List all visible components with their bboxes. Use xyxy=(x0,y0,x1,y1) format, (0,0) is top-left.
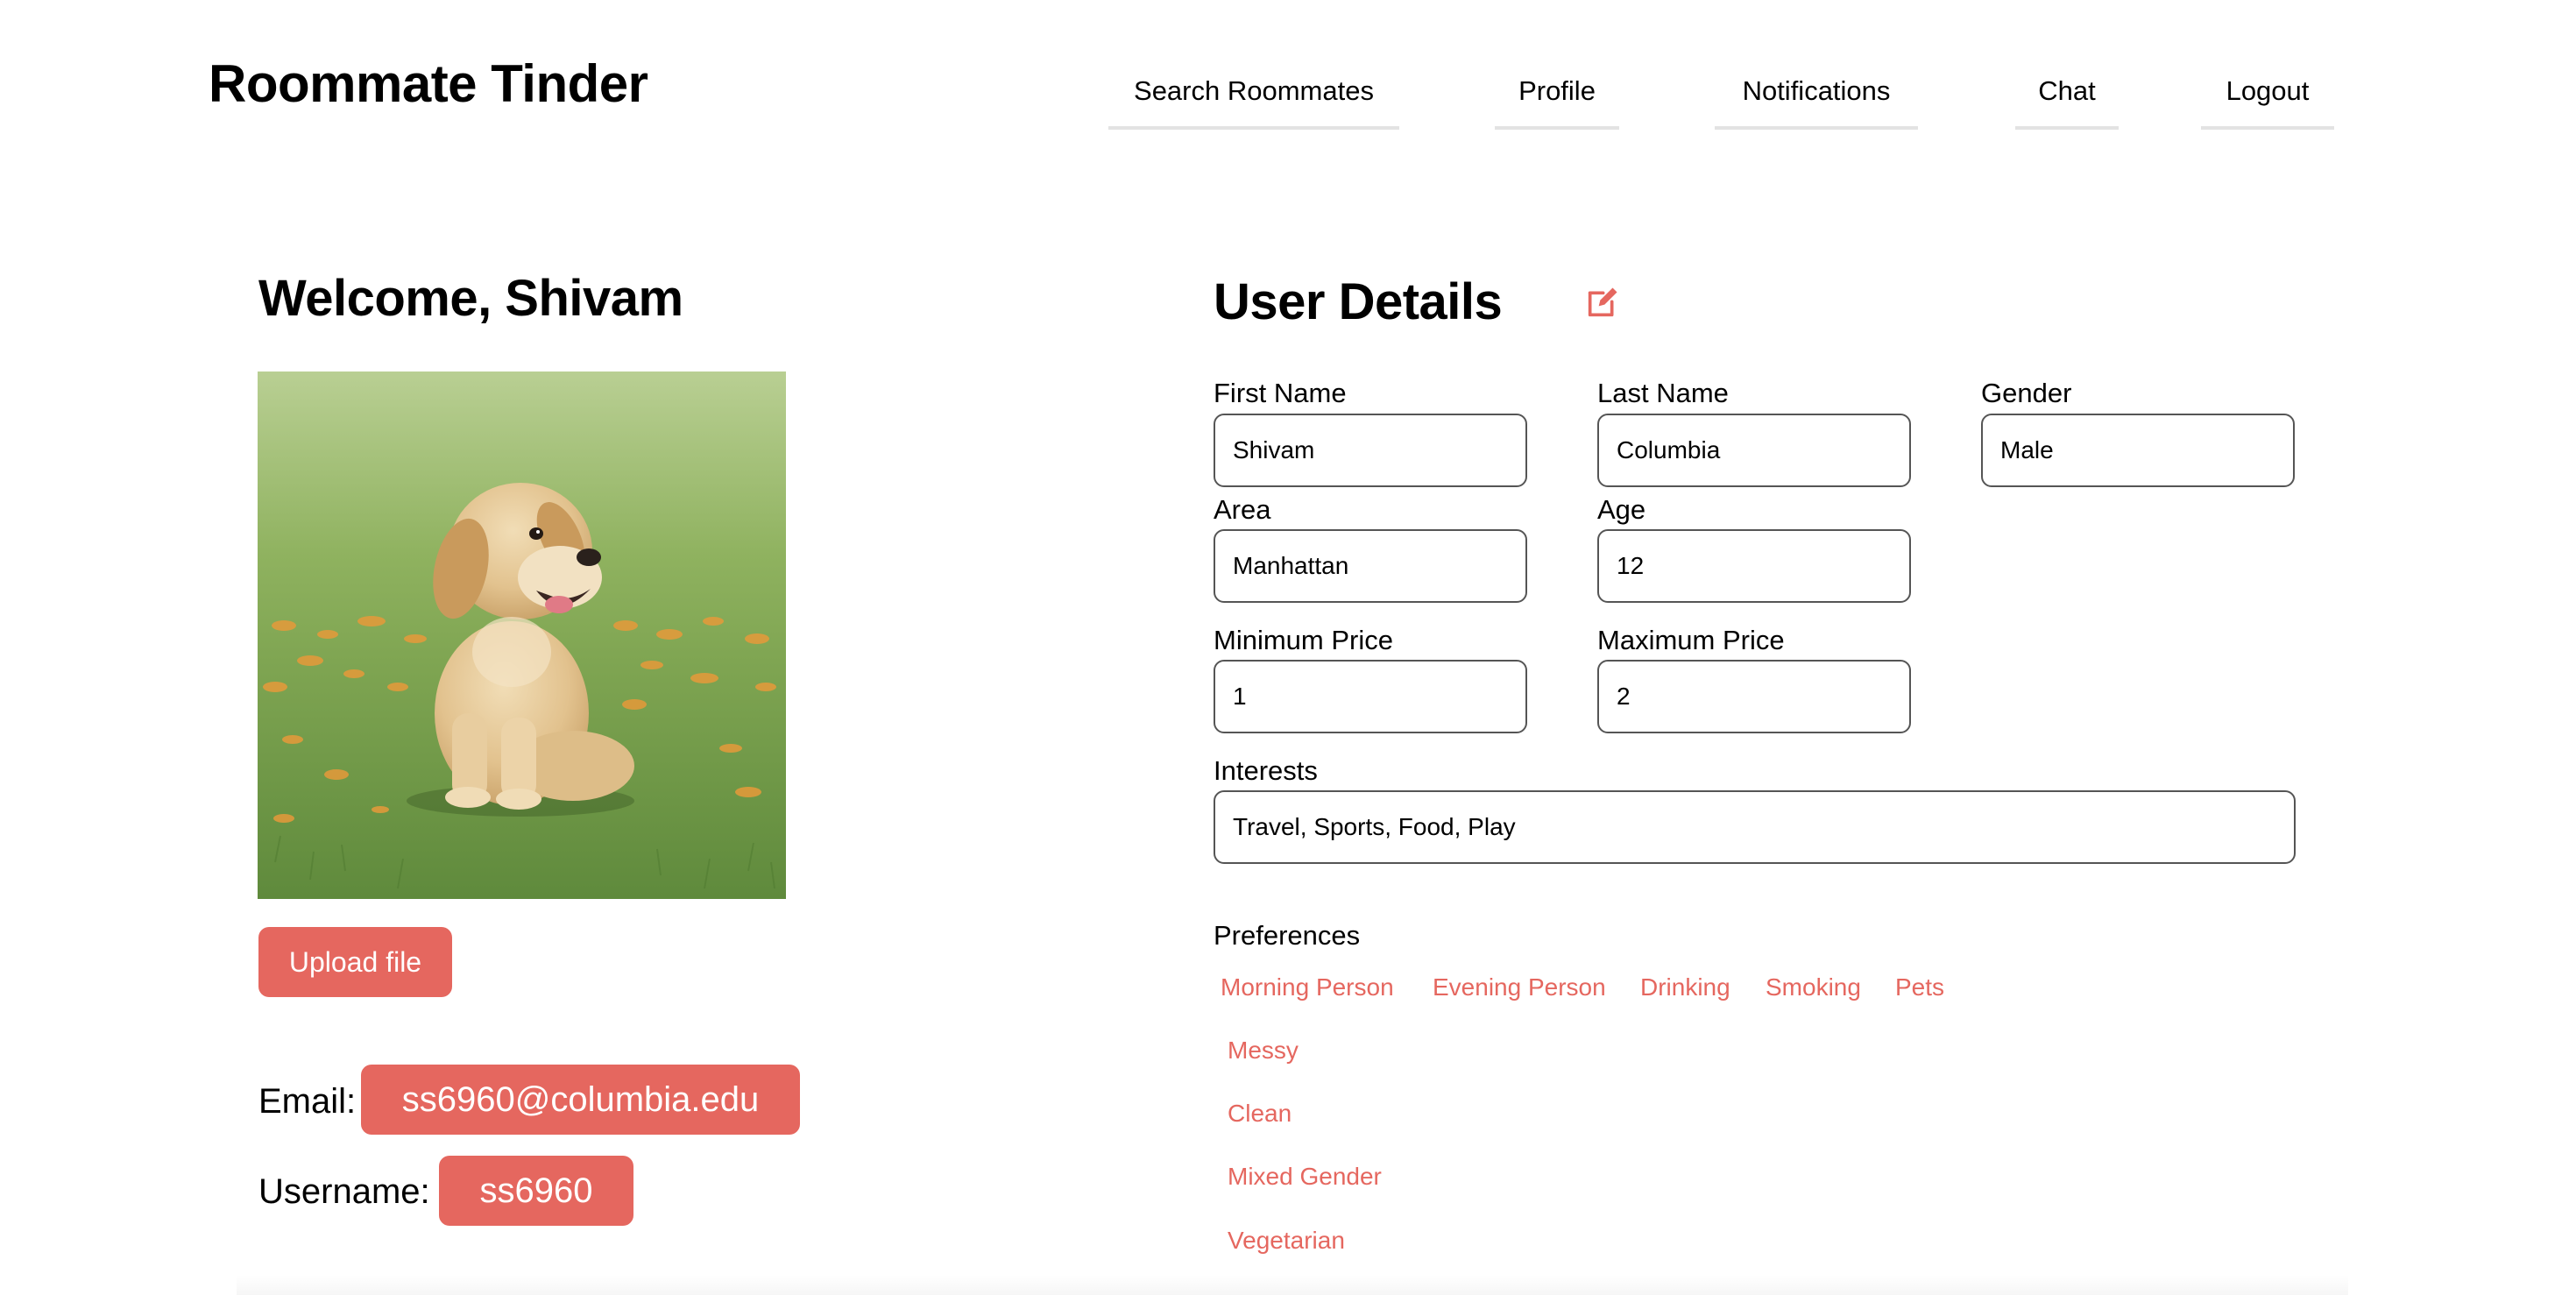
last-name-label: Last Name xyxy=(1597,378,1729,408)
first-name-label: First Name xyxy=(1214,378,1347,408)
puppy-photo-image xyxy=(258,372,786,899)
email-label: Email: xyxy=(258,1082,357,1121)
preference-pets[interactable]: Pets xyxy=(1895,975,1944,1000)
last-name-input[interactable] xyxy=(1597,414,1911,487)
edit-icon[interactable] xyxy=(1584,286,1619,321)
age-input[interactable] xyxy=(1597,529,1911,603)
preference-evening-person[interactable]: Evening Person xyxy=(1433,975,1606,1000)
preference-clean[interactable]: Clean xyxy=(1228,1101,1292,1126)
email-value: ss6960@columbia.edu xyxy=(361,1065,800,1135)
area-input[interactable] xyxy=(1214,529,1527,603)
age-label: Age xyxy=(1597,494,1646,525)
card-bottom-shadow xyxy=(237,1275,2348,1295)
username-value: ss6960 xyxy=(439,1156,633,1226)
preferences-label: Preferences xyxy=(1214,920,1361,951)
nav-chat[interactable]: Chat xyxy=(2015,70,2119,130)
user-details-heading: User Details xyxy=(1214,273,1503,330)
gender-label: Gender xyxy=(1981,378,2072,408)
nav-profile[interactable]: Profile xyxy=(1495,70,1619,130)
minimum-price-input[interactable] xyxy=(1214,660,1527,733)
profile-photo xyxy=(258,372,786,899)
username-label: Username: xyxy=(258,1172,430,1211)
interests-label: Interests xyxy=(1214,755,1318,786)
nav-notifications[interactable]: Notifications xyxy=(1715,70,1918,130)
preference-mixed-gender[interactable]: Mixed Gender xyxy=(1228,1164,1382,1189)
nav-search-roommates[interactable]: Search Roommates xyxy=(1108,70,1399,130)
preference-vegetarian[interactable]: Vegetarian xyxy=(1228,1228,1345,1253)
interests-input[interactable] xyxy=(1214,790,2296,864)
welcome-heading: Welcome, Shivam xyxy=(258,270,683,327)
gender-input[interactable] xyxy=(1981,414,2295,487)
upload-file-button[interactable]: Upload file xyxy=(258,927,452,997)
top-nav: Search Roommates Profile Notifications C… xyxy=(0,70,2576,133)
preference-messy[interactable]: Messy xyxy=(1228,1038,1299,1063)
first-name-input[interactable] xyxy=(1214,414,1527,487)
maximum-price-input[interactable] xyxy=(1597,660,1911,733)
preference-smoking[interactable]: Smoking xyxy=(1766,975,1861,1000)
preference-morning-person[interactable]: Morning Person xyxy=(1221,975,1394,1000)
area-label: Area xyxy=(1214,494,1271,525)
preference-drinking[interactable]: Drinking xyxy=(1640,975,1730,1000)
minimum-price-label: Minimum Price xyxy=(1214,625,1393,655)
maximum-price-label: Maximum Price xyxy=(1597,625,1785,655)
nav-logout[interactable]: Logout xyxy=(2201,70,2334,130)
